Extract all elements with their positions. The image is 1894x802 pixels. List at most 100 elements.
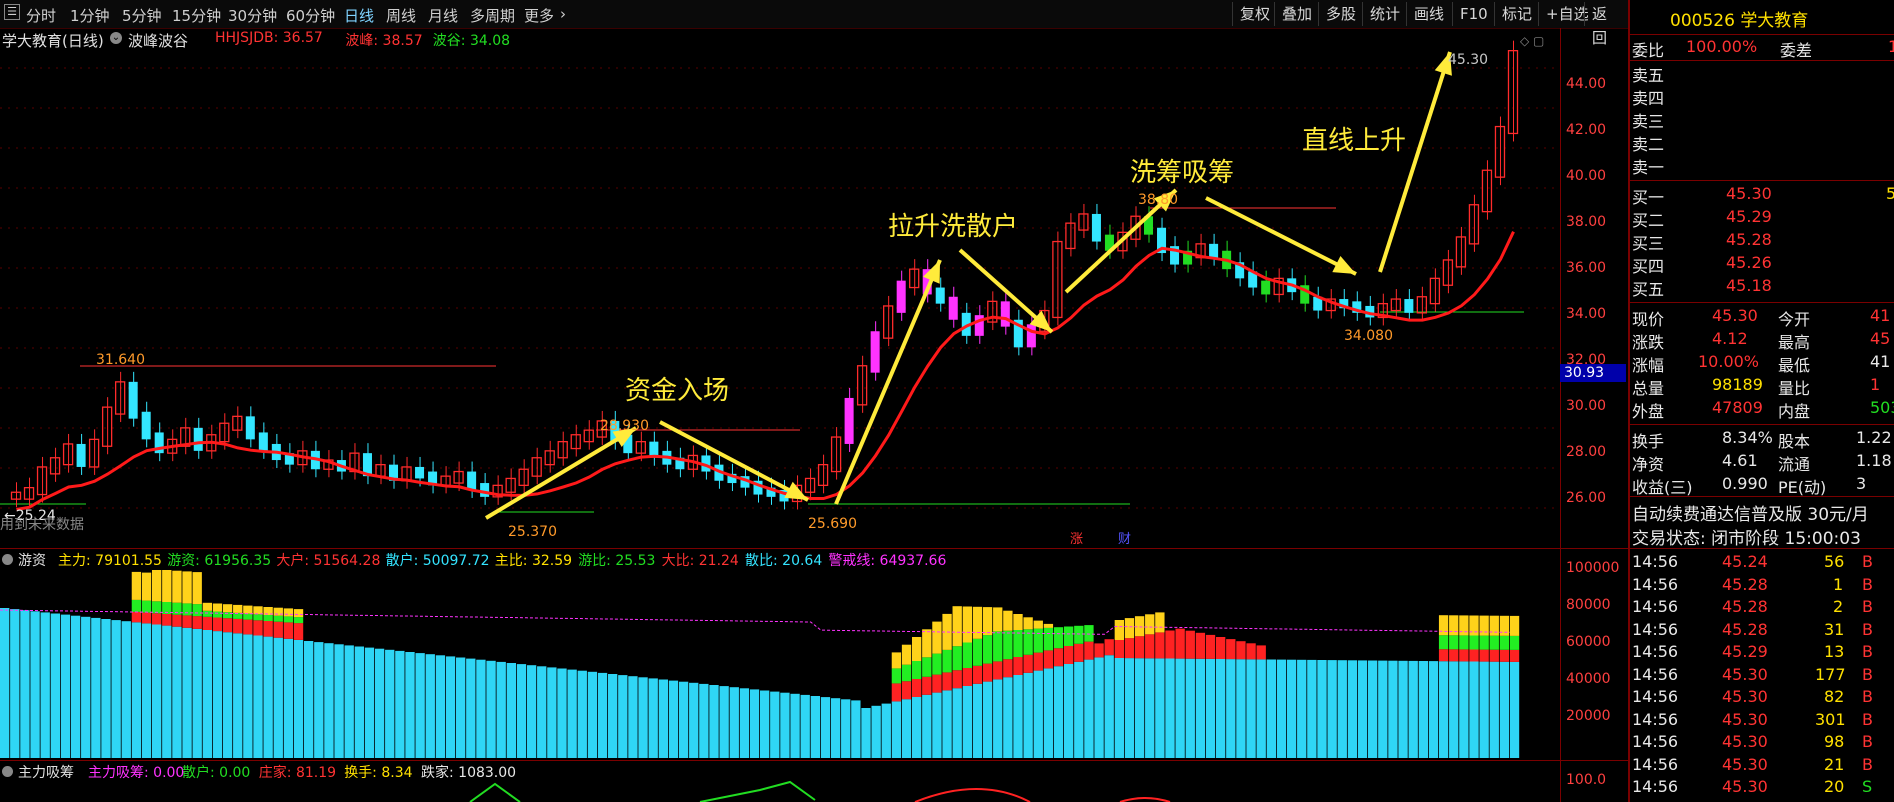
- stat-label-2: 内盘: [1778, 402, 1811, 421]
- stock-code-name: 000526 学大教育: [1670, 6, 1808, 31]
- buy-price-2: 45.28: [1726, 230, 1772, 249]
- annotation-capital-entry: 资金入场: [625, 376, 730, 406]
- period-tab-10[interactable]: 更多: [524, 5, 554, 26]
- stat-label-2: 最低: [1778, 356, 1811, 375]
- price-axis-label: 42.00: [1566, 122, 1607, 138]
- stat-value: 10.00%: [1698, 352, 1760, 371]
- toolbar-button-6[interactable]: 标记: [1494, 2, 1539, 26]
- period-tab-1[interactable]: 1分钟: [70, 5, 110, 26]
- ticker-text[interactable]: 自动续费通达信普及版 30元/月: [1632, 500, 1869, 525]
- stat-value: 98189: [1712, 375, 1763, 394]
- high-label-3: 38.80: [1138, 192, 1179, 208]
- youzi-field-4: 主比: 32.59: [494, 553, 573, 569]
- toolbar-button-3[interactable]: 统计: [1362, 2, 1407, 26]
- tick-time: 14:56: [1632, 619, 1679, 639]
- annotation-washout: 洗筹吸筹: [1130, 158, 1235, 188]
- zhuli-axis-100: 100.0: [1566, 772, 1607, 788]
- period-tab-0[interactable]: 分时: [26, 5, 56, 26]
- stat-label: 现价: [1632, 310, 1665, 329]
- toolbar-button-2[interactable]: 多股: [1318, 2, 1363, 26]
- quote-sep-7: [1630, 548, 1894, 549]
- tick-volume: 2: [1833, 597, 1844, 616]
- tick-volume: 21: [1824, 754, 1845, 774]
- quote-sep-4: [1630, 302, 1894, 303]
- stat2-value: 4.61: [1722, 451, 1758, 470]
- period-tab-2[interactable]: 5分钟: [122, 5, 162, 26]
- youzi-panel-name: 游资: [18, 553, 46, 569]
- tick-time: 14:56: [1632, 732, 1679, 751]
- youzi-field-1: 游资: 61956.35: [167, 553, 272, 569]
- tick-side: B: [1862, 619, 1873, 639]
- zhuli-panel-name: 主力吸筹: [18, 765, 74, 781]
- toolbar-button-4[interactable]: 画线: [1406, 2, 1451, 26]
- tick-price: 45.28: [1722, 574, 1768, 594]
- annotation-pull-up: 拉升洗散户: [888, 212, 1019, 242]
- tick-price: 45.30: [1722, 687, 1768, 706]
- period-tab-5[interactable]: 60分钟: [286, 5, 335, 26]
- weibi-label: 委比: [1632, 41, 1665, 60]
- tick-side: S: [1862, 777, 1873, 796]
- buy-price-1: 45.29: [1726, 207, 1772, 226]
- price-axis-label: 38.00: [1566, 214, 1607, 230]
- zhuli-line-chart[interactable]: [0, 780, 1560, 802]
- candlestick-chart[interactable]: [0, 28, 1628, 548]
- stat2-value-2: 1.22: [1856, 428, 1892, 447]
- stat2-label-2: PE(动): [1778, 478, 1827, 497]
- weicha-value: 1: [1888, 37, 1894, 56]
- stat2-label: 换手: [1632, 432, 1665, 451]
- zhuli-field-1: 散户: 0.00: [182, 765, 251, 781]
- period-tab-3[interactable]: 15分钟: [172, 5, 221, 26]
- quote-sep-1: [1630, 34, 1894, 35]
- tick-price: 45.28: [1722, 619, 1768, 639]
- toolbar-button-1[interactable]: 叠加: [1274, 2, 1319, 26]
- stat-value-2: 1: [1870, 375, 1881, 394]
- toolbar-button-8[interactable]: 返回: [1584, 2, 1628, 47]
- panel-settings-icon-2[interactable]: [2, 766, 13, 777]
- buy-price-0: 45.30: [1726, 184, 1772, 203]
- tick-side: B: [1862, 664, 1873, 684]
- period-tab-6[interactable]: 日线: [344, 5, 374, 26]
- tick-time: 14:56: [1632, 709, 1679, 729]
- panel-settings-icon[interactable]: [2, 554, 13, 565]
- zhuli-field-2: 庄家: 81.19: [258, 765, 337, 781]
- period-tab-8[interactable]: 月线: [428, 5, 458, 26]
- sell-row-4: 卖一: [1632, 158, 1665, 177]
- quote-panel: 000526 学大教育 委比 100.00% 委差 1 卖五 卖四 卖三 卖二 卖一 买…: [1628, 0, 1894, 802]
- menu-icon[interactable]: ☰: [4, 4, 20, 20]
- stat-label-2: 量比: [1778, 379, 1811, 398]
- tick-volume: 98: [1824, 732, 1845, 751]
- tick-volume: 31: [1824, 619, 1845, 639]
- tick-volume: 301: [1815, 709, 1846, 729]
- more-chevron-icon[interactable]: ›: [560, 5, 566, 23]
- trade-status: 交易状态: 闭市阶段 15:00:03: [1632, 529, 1861, 549]
- youzi-axis-label: 60000: [1566, 634, 1611, 650]
- tick-volume: 82: [1824, 687, 1845, 706]
- toolbar-button-0[interactable]: 复权: [1232, 2, 1277, 26]
- low-label-2: 25.690: [808, 516, 857, 532]
- youzi-axis-label: 20000: [1566, 708, 1611, 724]
- period-tab-4[interactable]: 30分钟: [228, 5, 277, 26]
- low-label-1: 25.370: [508, 524, 557, 540]
- toolbar-button-5[interactable]: F10: [1452, 2, 1495, 26]
- annotation-straight-rise: 直线上升: [1302, 126, 1407, 156]
- tick-time: 14:56: [1632, 642, 1679, 661]
- youzi-field-3: 散户: 50097.72: [385, 553, 490, 569]
- event-marker-cai[interactable]: 财: [1118, 528, 1131, 547]
- buy-label-1: 买二: [1632, 211, 1665, 230]
- quote-sep-6: [1630, 496, 1894, 497]
- stat2-label: 收益(三): [1632, 478, 1693, 497]
- period-tab-7[interactable]: 周线: [386, 5, 416, 26]
- youzi-bar-chart[interactable]: [0, 570, 1560, 758]
- price-axis-label: 44.00: [1566, 76, 1607, 92]
- current-price-tag: 30.93: [1560, 364, 1626, 382]
- tick-time: 14:56: [1632, 597, 1679, 616]
- candles: [10, 40, 1519, 510]
- stat2-value: 0.990: [1722, 474, 1768, 493]
- buy-label-2: 买三: [1632, 234, 1665, 253]
- stat2-value-2: 1.18: [1856, 451, 1892, 470]
- period-tab-9[interactable]: 多周期: [470, 5, 515, 26]
- zhuli-field-4: 跌家: 1083.00: [421, 765, 517, 781]
- event-marker-zhang[interactable]: 涨: [1070, 528, 1083, 547]
- stat-label: 外盘: [1632, 402, 1665, 421]
- buy-label-4: 买五: [1632, 280, 1665, 299]
